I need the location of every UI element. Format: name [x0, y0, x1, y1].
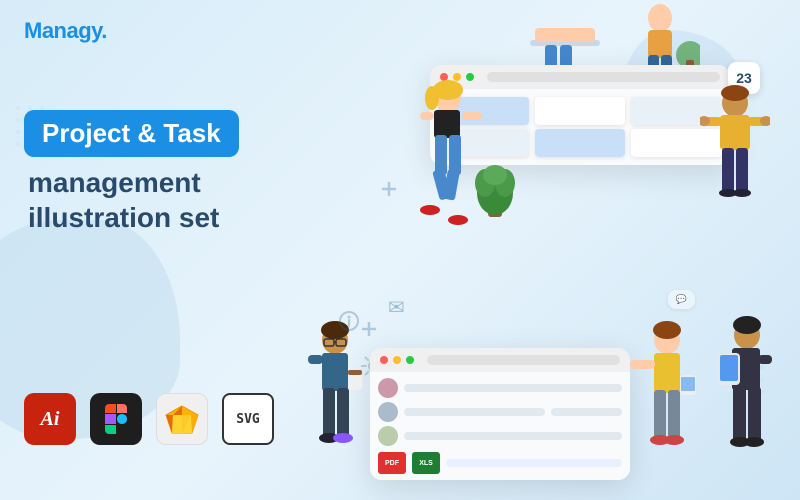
task-row-3	[378, 426, 622, 446]
figma-mid-left	[105, 414, 116, 423]
deco-plus-1	[380, 180, 398, 198]
person-glasses-man	[300, 320, 370, 480]
figma-bot-left	[105, 425, 116, 434]
figma-mid-right	[117, 414, 128, 423]
avatar-2	[378, 402, 398, 422]
person-man-tablet	[710, 315, 785, 485]
task-row-1	[378, 378, 622, 398]
adobe-illustrator-icon: Ai	[24, 393, 76, 445]
figma-top-right	[117, 404, 128, 413]
task-browser-window: PDF XLS	[370, 348, 630, 480]
sketch-logo	[165, 404, 199, 434]
figma-top-left	[105, 404, 116, 413]
task-dot-yellow	[393, 356, 401, 364]
chat-bubble-decoration: 💬	[668, 290, 695, 309]
kanban-col-2	[535, 97, 626, 157]
person-man-yellow	[700, 85, 770, 235]
task-row-2	[378, 402, 622, 422]
content-line-4	[446, 459, 622, 467]
task-attachments-row: PDF XLS	[378, 452, 622, 474]
person-woman-yellow	[630, 320, 705, 485]
logo: Managy.	[24, 18, 107, 44]
figma-icon	[90, 393, 142, 445]
svg-icon: SVG	[222, 393, 274, 445]
content-line-2b	[551, 408, 622, 416]
url-bar	[487, 72, 720, 82]
task-browser-bar	[370, 348, 630, 372]
title-section: Project & Task management illustration s…	[24, 110, 239, 235]
avatar-3	[378, 426, 398, 446]
title-subtitle: management illustration set	[24, 165, 239, 235]
deco-info-circle	[338, 310, 360, 332]
excel-icon: XLS	[412, 452, 440, 474]
avatar-1	[378, 378, 398, 398]
content-line-3	[404, 432, 622, 440]
content-line-2	[404, 408, 545, 416]
pdf-icon: PDF	[378, 452, 406, 474]
kanban-card-3	[535, 97, 626, 125]
kanban-card-4	[535, 129, 626, 157]
task-url-bar	[427, 355, 620, 365]
sketch-icon	[156, 393, 208, 445]
figma-logo	[105, 404, 127, 434]
person-top-1	[530, 0, 600, 75]
task-browser-container: PDF XLS	[370, 348, 630, 480]
task-dot-green	[406, 356, 414, 364]
task-content: PDF XLS	[370, 372, 630, 480]
header: Managy.	[24, 18, 107, 44]
plant-mid	[470, 155, 520, 220]
tools-row: Ai SVG	[24, 393, 274, 445]
task-dot-red	[380, 356, 388, 364]
envelope-decoration: ✉	[388, 295, 405, 320]
content-line-1	[404, 384, 622, 392]
title-badge: Project & Task	[24, 110, 239, 157]
